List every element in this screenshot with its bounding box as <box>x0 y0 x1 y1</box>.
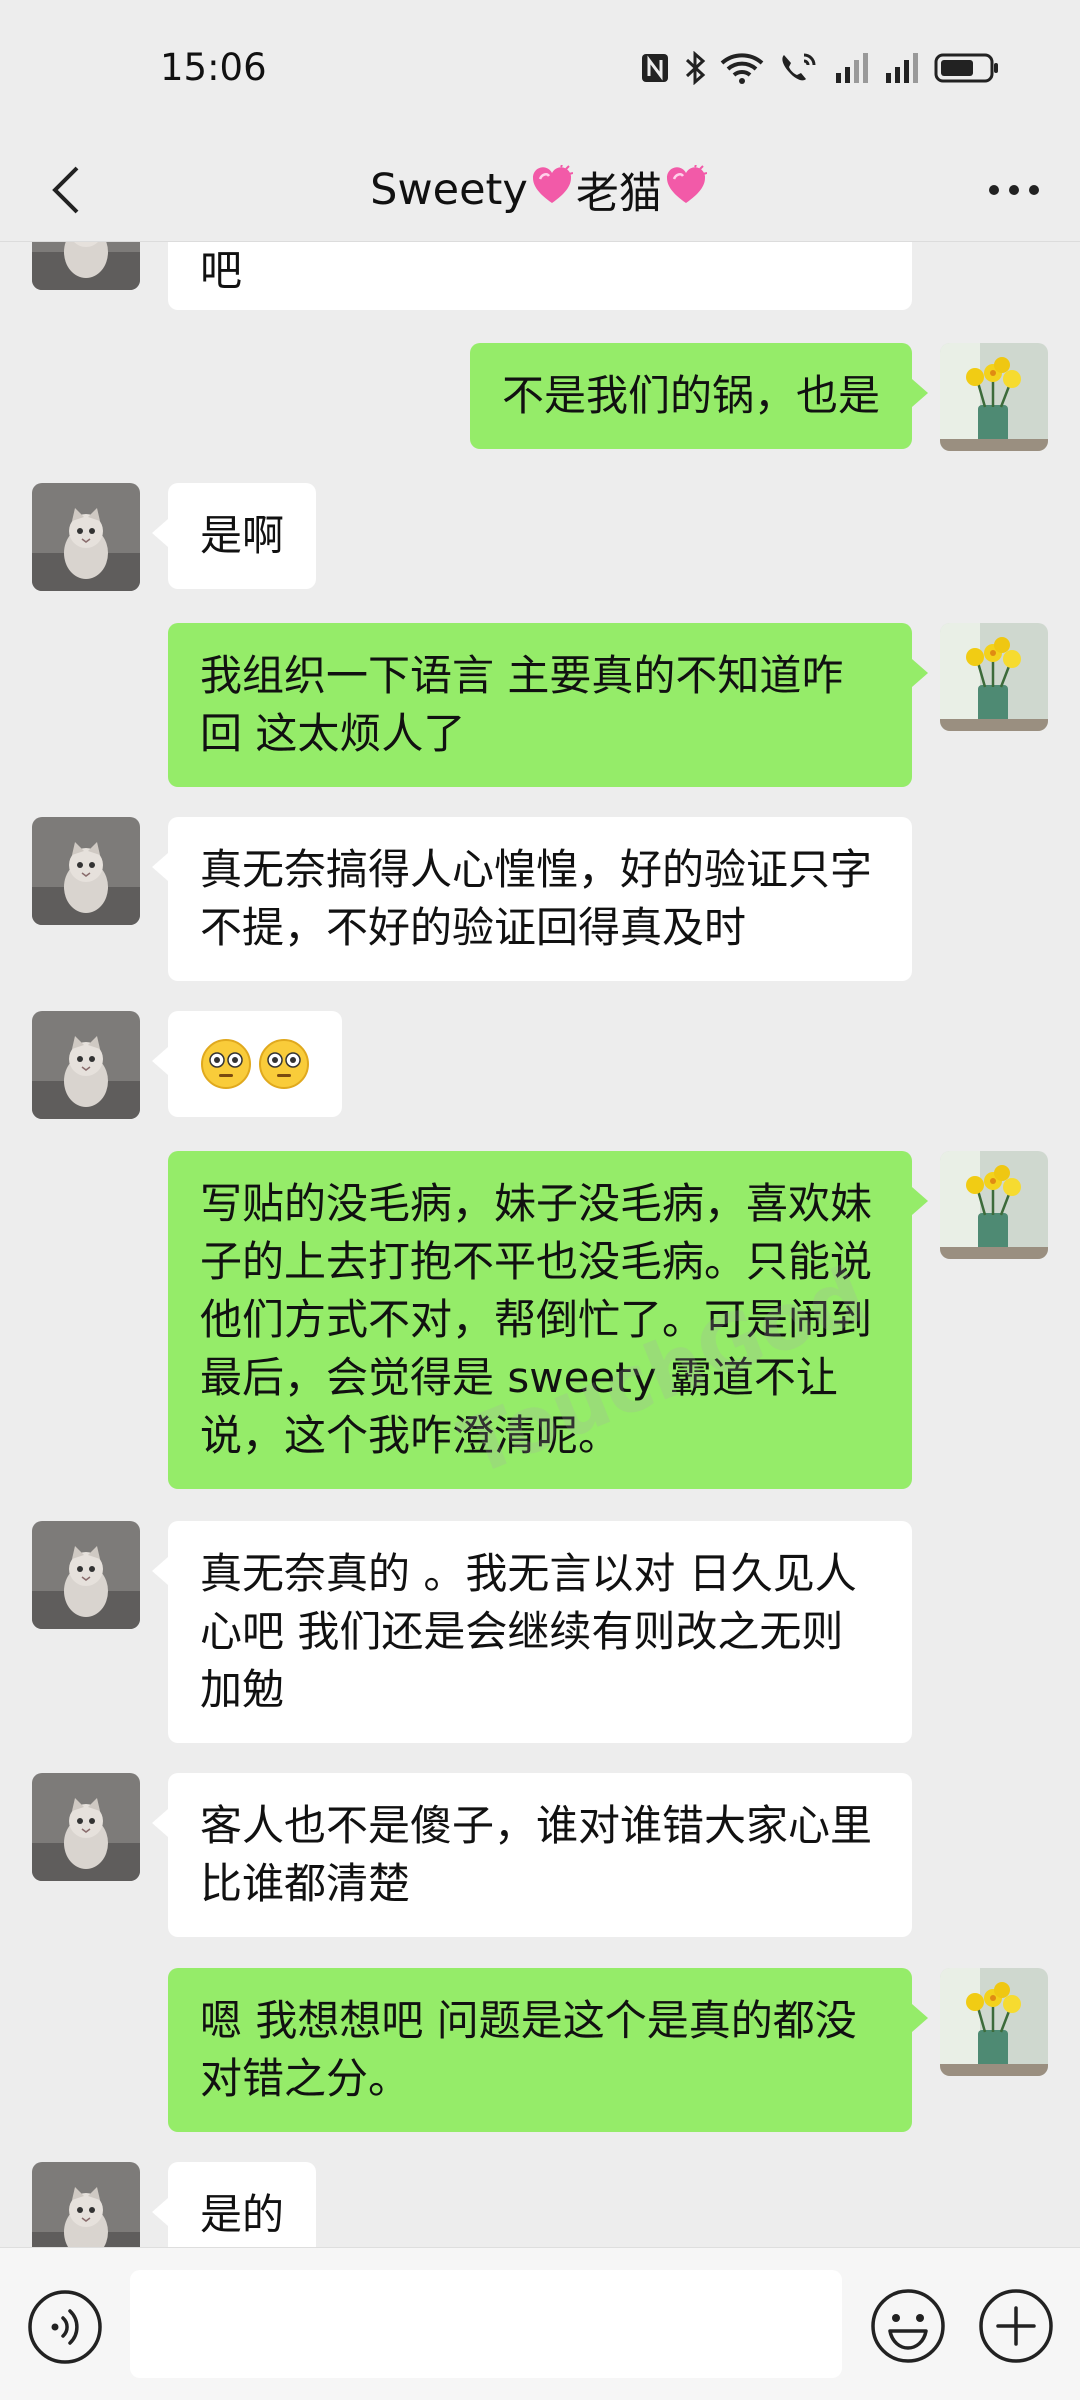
call-icon <box>782 53 816 81</box>
nfc-icon <box>642 54 668 82</box>
voice-icon <box>28 2290 102 2364</box>
bluetooth-icon <box>685 51 706 85</box>
flushed-emoji-icon <box>201 1039 251 1089</box>
plus-button[interactable] <box>976 2286 1056 2366</box>
message-bubble[interactable]: 吧 <box>168 242 912 310</box>
message-text: 嗯 我想想吧 问题是这个是真的都没对错之分。 <box>200 1996 857 2103</box>
chat-message-list[interactable]: 吧 不是我们的锅，也是 是啊 我组织一下语言 主要真的不知道咋回 这太烦人了 真… <box>0 242 1080 2247</box>
message-bubble[interactable] <box>152 1011 342 1117</box>
message-text: 吧 <box>200 246 243 295</box>
cat-avatar[interactable] <box>32 483 140 591</box>
cat-avatar[interactable] <box>32 1521 140 1629</box>
signal-icon-1 <box>836 53 868 83</box>
status-icons <box>640 48 1000 88</box>
emoji-button[interactable] <box>868 2286 948 2366</box>
battery-icon <box>934 53 998 83</box>
message-bubble[interactable]: 写贴的没毛病，妹子没毛病，喜欢妹子的上去打抱不平也没毛病。只能说他们方式不对，帮… <box>168 1151 928 1489</box>
title-name: Sweety <box>370 165 528 215</box>
message-text: 我组织一下语言 主要真的不知道咋回 这太烦人了 <box>200 651 844 758</box>
more-icon <box>989 185 1039 195</box>
message-text: 是啊 <box>200 511 285 560</box>
heart-icon <box>531 164 574 216</box>
plus-icon <box>979 2289 1053 2363</box>
status-time: 15:06 <box>160 46 267 89</box>
title-suffix: 老猫 <box>575 169 662 219</box>
cat-avatar[interactable] <box>32 1011 140 1119</box>
input-bar <box>0 2247 1080 2400</box>
wifi-icon <box>720 53 764 84</box>
message-text: 真无奈真的 。我无言以对 日久见人心吧 我们还是会继续有则改之无则加勉 <box>200 1549 857 1714</box>
message-bubble[interactable]: 我组织一下语言 主要真的不知道咋回 这太烦人了 <box>168 623 928 787</box>
heart-icon <box>665 164 708 216</box>
status-bar: 15:06 <box>0 0 1080 138</box>
message-bubble[interactable]: 真无奈真的 。我无言以对 日久见人心吧 我们还是会继续有则改之无则加勉 <box>152 1521 912 1743</box>
signal-icon-2 <box>886 53 918 83</box>
cat-avatar[interactable] <box>32 817 140 925</box>
message-bubble[interactable]: 是啊 <box>151 483 317 589</box>
flowers-avatar[interactable] <box>940 623 1048 731</box>
voice-button[interactable] <box>26 2288 104 2366</box>
chat-title: Sweety 老猫 <box>0 138 1080 242</box>
cat-avatar[interactable] <box>32 242 140 290</box>
cat-avatar[interactable] <box>32 1773 140 1881</box>
message-text: 不是我们的锅，也是 <box>501 371 880 420</box>
cat-avatar[interactable] <box>32 2162 140 2247</box>
flowers-avatar[interactable] <box>940 1968 1048 2076</box>
message-text: 客人也不是傻子，谁对谁错大家心里比谁都清楚 <box>200 1801 873 1908</box>
flowers-avatar[interactable] <box>940 343 1048 451</box>
emoji-row <box>200 1035 310 1093</box>
emoji-icon <box>871 2289 945 2363</box>
message-bubble[interactable]: 客人也不是傻子，谁对谁错大家心里比谁都清楚 <box>152 1773 912 1937</box>
chat-header: Sweety 老猫 <box>0 138 1080 242</box>
message-text: 是的 <box>200 2190 285 2239</box>
message-input[interactable] <box>130 2270 842 2378</box>
message-text: 真无奈搞得人心惶惶，好的验证只字不提，不好的验证回得真及时 <box>200 845 873 952</box>
message-text: 写贴的没毛病，妹子没毛病，喜欢妹子的上去打抱不平也没毛病。只能说他们方式不对，帮… <box>200 1179 873 1460</box>
more-button[interactable] <box>974 152 1054 228</box>
flowers-avatar[interactable] <box>940 1151 1048 1259</box>
flushed-emoji-icon <box>259 1039 309 1089</box>
message-bubble[interactable]: 是的 <box>151 2162 317 2247</box>
message-bubble[interactable]: 不是我们的锅，也是 <box>469 343 929 449</box>
message-bubble[interactable]: 真无奈搞得人心惶惶，好的验证只字不提，不好的验证回得真及时 <box>152 817 912 981</box>
message-bubble[interactable]: 嗯 我想想吧 问题是这个是真的都没对错之分。 <box>168 1968 928 2132</box>
